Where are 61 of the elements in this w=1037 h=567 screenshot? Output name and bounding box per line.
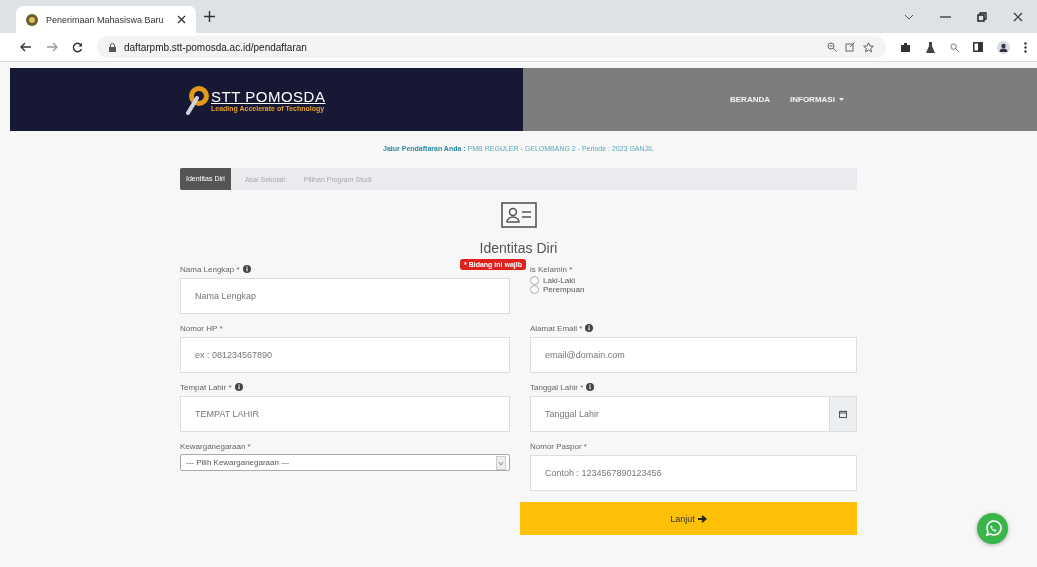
section-title: Identitas Diri: [479, 240, 558, 256]
id-card-icon: [500, 202, 537, 228]
input-placeholder: email@domain.com: [545, 350, 625, 360]
menu-icon[interactable]: [1024, 41, 1027, 53]
text-input[interactable]: Contoh : 1234567890123456: [530, 455, 857, 491]
nav-dropdown[interactable]: INFORMASI: [790, 95, 844, 104]
field-label: Tanggal Lahir *: [530, 382, 584, 392]
nav-link[interactable]: BERANDA: [730, 95, 770, 104]
search-icon[interactable]: [950, 42, 959, 52]
url-text: daftarpmb.stt-pomosda.ac.id/pendaftaran: [124, 41, 307, 53]
new-tab-icon[interactable]: [204, 11, 215, 22]
radio-option[interactable]: Perempuan: [530, 285, 585, 294]
field-label: Nomor Paspor *: [530, 441, 587, 451]
input-placeholder: ex : 081234567890: [195, 350, 273, 360]
side-panel-icon[interactable]: [973, 42, 983, 52]
browser-tab[interactable]: Penerimaan Mahasiswa Baru: [16, 6, 196, 33]
text-input[interactable]: ex : 081234567890: [180, 337, 510, 373]
radio-option[interactable]: Laki-Laki: [530, 276, 575, 285]
field-label: Kewarganegaraan *: [180, 441, 251, 451]
chat-button[interactable]: [977, 513, 1008, 544]
minimize-icon[interactable]: [940, 15, 951, 18]
forward-icon[interactable]: [46, 42, 58, 52]
input-placeholder: TEMPAT LAHIR: [195, 409, 259, 419]
calendar-button[interactable]: [829, 397, 856, 431]
bookmark-star-icon[interactable]: [863, 41, 874, 53]
close-icon[interactable]: [1013, 11, 1023, 22]
field-label: Alamat Email *: [530, 323, 583, 333]
reload-icon[interactable]: [72, 41, 83, 53]
field-label: is Kelamin *: [530, 264, 573, 274]
radio-button[interactable]: [530, 276, 539, 285]
text-input[interactable]: Nama Lengkap: [180, 278, 510, 314]
input-placeholder: Tanggal Lahir: [545, 409, 601, 419]
phone-bubble-icon: [983, 519, 1002, 538]
zoom-icon[interactable]: [827, 42, 837, 52]
caret-icon: [838, 98, 844, 101]
profile-icon[interactable]: [997, 40, 1010, 54]
close-tab-icon[interactable]: [177, 15, 186, 24]
back-icon[interactable]: [20, 42, 32, 52]
share-icon[interactable]: [845, 42, 855, 52]
restore-icon[interactable]: [977, 11, 987, 22]
tab-title: Penerimaan Mahasiswa Baru: [46, 14, 165, 25]
select-value: --- Pilih Kewarganegaraan ---: [186, 458, 291, 467]
field-label: Tempat Lahir *: [180, 382, 232, 392]
input-placeholder: Nama Lengkap: [195, 291, 257, 301]
calendar-icon: [839, 410, 847, 418]
address-bar[interactable]: daftarpmb.stt-pomosda.ac.id/pendaftaran: [97, 36, 886, 58]
input-placeholder: Contoh : 1234567890123456: [545, 468, 662, 478]
continue-button[interactable]: Lanjut: [520, 502, 857, 535]
text-input[interactable]: email@domain.com: [530, 337, 857, 373]
arrow-right-icon: [697, 514, 707, 523]
flask-icon[interactable]: [925, 41, 936, 53]
tab-search-icon[interactable]: [904, 13, 914, 20]
field-label: Nomor HP *: [180, 323, 223, 333]
select-dropdown[interactable]: --- Pilih Kewarganegaraan ---: [180, 454, 510, 471]
date-input[interactable]: Tanggal Lahir: [530, 396, 857, 432]
text-input[interactable]: TEMPAT LAHIR: [180, 396, 510, 432]
field-label: Nama Lengkap *: [180, 264, 240, 274]
radio-button[interactable]: [530, 285, 539, 294]
logo-title: STT POMOSDA: [211, 87, 326, 105]
site-favicon-icon: [26, 13, 38, 26]
lock-icon: [109, 42, 116, 52]
